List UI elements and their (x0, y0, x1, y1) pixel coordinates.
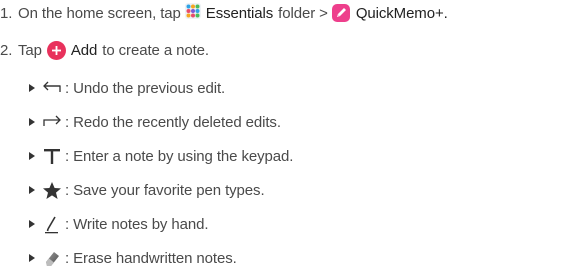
bullet-arrow-icon (29, 118, 35, 126)
tool-description: : Undo the previous edit. (65, 79, 226, 97)
step-2: 2. Tap Add to create a note. (0, 39, 209, 61)
list-item: : Redo the recently deleted edits. (29, 110, 281, 134)
quickmemo-app-label: QuickMemo+ (355, 4, 444, 22)
list-item: : Erase handwritten notes. (29, 246, 237, 270)
step-text: . (443, 4, 448, 22)
tool-description: : Save your favorite pen types. (65, 181, 265, 199)
star-icon (42, 179, 62, 201)
step-text: folder > (278, 4, 328, 22)
tool-description: : Enter a note by using the keypad. (65, 147, 294, 165)
step-1: 1. On the home screen, tap Essentials fo… (0, 2, 448, 24)
tool-description: : Redo the recently deleted edits. (65, 113, 281, 131)
bullet-arrow-icon (29, 186, 35, 194)
bullet-arrow-icon (29, 84, 35, 92)
tool-description: : Erase handwritten notes. (65, 249, 237, 267)
instruction-page: 1. On the home screen, tap Essentials fo… (0, 0, 581, 279)
step-number: 2. (0, 41, 13, 59)
add-button-label: Add (70, 41, 98, 59)
pen-icon (42, 213, 62, 235)
add-button-icon (46, 40, 66, 60)
tool-description: : Write notes by hand. (65, 215, 209, 233)
essentials-folder-icon (184, 3, 201, 23)
list-item: : Undo the previous edit. (29, 76, 225, 100)
undo-arrow-icon (42, 77, 62, 99)
step-text: to create a note. (102, 41, 209, 59)
step-text: On the home screen, tap (18, 4, 181, 22)
bullet-arrow-icon (29, 254, 35, 262)
step-text: Tap (18, 41, 42, 59)
list-item: : Save your favorite pen types. (29, 178, 265, 202)
bullet-arrow-icon (29, 152, 35, 160)
list-item: : Write notes by hand. (29, 212, 209, 236)
essentials-folder-label: Essentials (205, 4, 274, 22)
eraser-icon (42, 247, 62, 269)
step-number: 1. (0, 4, 13, 22)
quickmemo-app-icon (331, 4, 350, 22)
list-item: : Enter a note by using the keypad. (29, 144, 293, 168)
bullet-arrow-icon (29, 220, 35, 228)
redo-arrow-icon (42, 111, 62, 133)
text-t-icon (42, 145, 62, 167)
